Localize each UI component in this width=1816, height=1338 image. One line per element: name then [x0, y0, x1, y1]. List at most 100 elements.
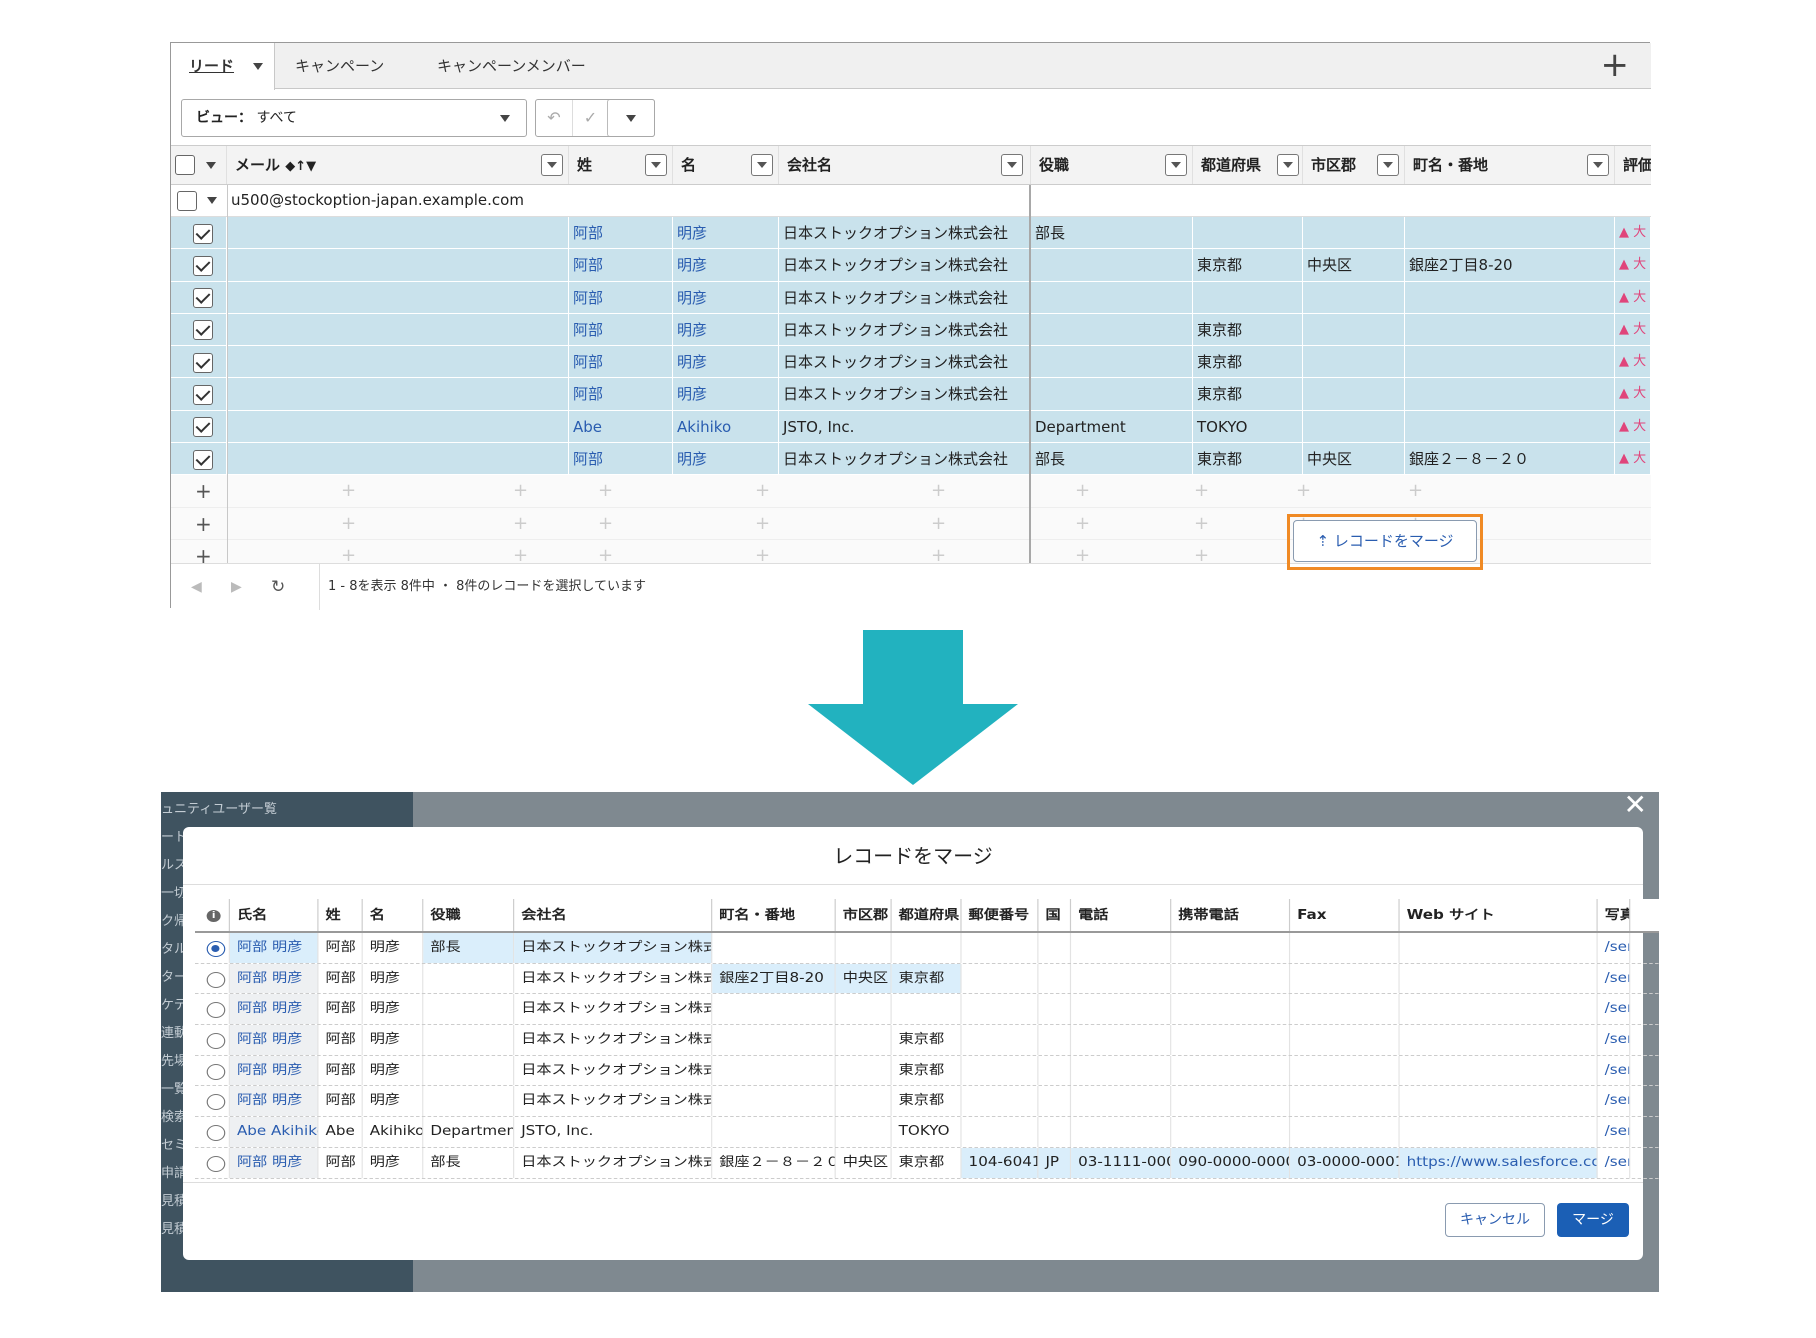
filter-button[interactable]	[751, 154, 773, 176]
merge-cell-street[interactable]: 銀座2丁目8-20	[712, 963, 836, 994]
merge-cell-title[interactable]	[423, 963, 515, 994]
merge-cell-zip[interactable]	[962, 1086, 1039, 1117]
merge-records-button[interactable]: ⇡ レコードをマージ	[1293, 520, 1477, 562]
cell-last[interactable]: 阿部	[569, 378, 673, 411]
cell-city[interactable]: 中央区	[1303, 443, 1405, 476]
filter-button[interactable]	[645, 154, 667, 176]
master-record-radio[interactable]	[206, 1033, 226, 1050]
merge-cell-title[interactable]	[423, 1055, 515, 1086]
merge-cell-zip[interactable]	[962, 1117, 1039, 1147]
row-checkbox[interactable]	[193, 223, 213, 244]
cell-first[interactable]: 明彦	[673, 378, 779, 411]
merge-cell-photo[interactable]: /ser	[1598, 1055, 1631, 1086]
cell-first[interactable]: 明彦	[673, 346, 779, 379]
header-title[interactable]: 役職	[1031, 146, 1193, 184]
merge-cell-fax[interactable]: 03-0000-0001	[1290, 1147, 1400, 1178]
merge-cell-web[interactable]: https://www.salesforce.com/jp	[1399, 1147, 1598, 1178]
merge-cell-city[interactable]	[836, 994, 892, 1025]
merge-cell-zip[interactable]: 104-6041	[961, 1147, 1039, 1178]
merge-cell-zip[interactable]	[962, 933, 1039, 963]
cell-last[interactable]: 阿部	[569, 443, 673, 476]
merge-cell-photo[interactable]: /ser	[1598, 994, 1631, 1025]
radio-cell[interactable]	[195, 963, 230, 994]
cell-company[interactable]: 日本ストックオプション株式会社	[779, 313, 1031, 346]
merge-row[interactable]: 阿部 明彦 阿部 明彦 日本ストックオプション株式会 銀座2丁目8-20 中央区 東京都/s…	[195, 963, 1659, 995]
merge-button[interactable]: マージ	[1557, 1203, 1629, 1237]
cell-company[interactable]: JSTO, Inc.	[779, 410, 1031, 443]
merge-cell-phone[interactable]	[1071, 1055, 1172, 1086]
merge-cell-first[interactable]: 明彦	[363, 963, 424, 994]
merge-cell-country[interactable]	[1038, 1025, 1072, 1055]
merge-row[interactable]: 阿部 明彦阿部明彦 日本ストックオプション株式会 東京都/ser	[195, 1055, 1659, 1087]
lead-row[interactable]: Abe Akihiko JSTO, Inc. Department TOKYO ▲ 大	[171, 410, 1651, 444]
header-email[interactable]: メール ◆↑▼	[227, 146, 569, 184]
filter-button[interactable]	[1001, 154, 1023, 176]
lead-row[interactable]: 阿部 明彦 日本ストックオプション株式会社 ▲ 大	[171, 281, 1651, 314]
cell-rating[interactable]: ▲ 大	[1615, 249, 1651, 282]
merge-cell-title[interactable]: Department	[423, 1117, 515, 1147]
merge-cell-company[interactable]: 日本ストックオプション株式会	[514, 994, 713, 1025]
radio-cell[interactable]	[195, 1055, 230, 1086]
merge-cell-last[interactable]: 阿部	[318, 1025, 363, 1055]
merge-cell-photo[interactable]: /ser	[1598, 1117, 1631, 1147]
next-page-icon[interactable]: ▶	[231, 564, 242, 610]
merge-cell-zip[interactable]	[962, 1055, 1039, 1086]
radio-cell[interactable]	[195, 1147, 230, 1178]
filter-button[interactable]	[1165, 154, 1187, 176]
cell-pref[interactable]: 東京都	[1193, 313, 1303, 346]
lead-row[interactable]: 阿部 明彦 日本ストックオプション株式会社 東京都 ▲ 大	[171, 313, 1651, 347]
merge-cell-photo[interactable]: /ser	[1598, 963, 1631, 994]
prev-page-icon[interactable]: ◀	[191, 564, 202, 610]
merge-cell-city[interactable]	[836, 933, 892, 963]
merge-cell-name[interactable]: 阿部 明彦	[229, 1055, 319, 1086]
undo-icon[interactable]: ↶	[536, 100, 572, 136]
cell-street[interactable]	[1405, 378, 1615, 411]
merge-cell-street[interactable]	[712, 994, 836, 1025]
merge-cell-phone[interactable]	[1071, 1117, 1172, 1147]
radio-cell[interactable]	[195, 1117, 230, 1147]
view-selector[interactable]: ビュー： すべて	[181, 99, 527, 137]
merge-cell-phone[interactable]	[1071, 933, 1172, 963]
merge-cell-company[interactable]: 日本ストックオプション株式会	[514, 1055, 713, 1086]
new-row-placeholder[interactable]: + + + + + + + + + +	[171, 475, 1651, 508]
cell-rating[interactable]: ▲ 大	[1615, 281, 1651, 314]
merge-cell-web[interactable]	[1400, 1055, 1598, 1086]
cell-title[interactable]	[1031, 249, 1193, 282]
close-icon[interactable]: ✕	[1624, 792, 1647, 821]
cell-city[interactable]	[1303, 217, 1405, 249]
lead-row[interactable]: 阿部 明彦 日本ストックオプション株式会社 東京都 ▲ 大	[171, 378, 1651, 411]
merge-cell-country[interactable]	[1038, 1086, 1072, 1117]
merge-row[interactable]: 阿部 明彦阿部明彦 日本ストックオプション株式会/ser	[195, 994, 1659, 1026]
merge-cell-fax[interactable]	[1290, 963, 1400, 994]
header-company[interactable]: 会社名	[779, 146, 1031, 184]
master-record-radio[interactable]	[206, 1094, 226, 1111]
merge-cell-country[interactable]	[1038, 963, 1072, 994]
header-city[interactable]: 市区郡	[1303, 146, 1405, 184]
merge-cell-country[interactable]	[1038, 933, 1072, 963]
master-record-radio[interactable]	[206, 1063, 226, 1080]
lead-row[interactable]: 阿部 明彦 日本ストックオプション株式会社 東京都 ▲ 大	[171, 346, 1651, 379]
merge-cell-name[interactable]: 阿部 明彦	[229, 933, 319, 963]
cell-street[interactable]: 銀座2丁目8-20	[1405, 249, 1615, 282]
merge-cell-title[interactable]: 部長	[423, 1147, 515, 1178]
merge-cell-first[interactable]: 明彦	[363, 1025, 424, 1055]
cell-company[interactable]: 日本ストックオプション株式会社	[779, 346, 1031, 379]
cell-first[interactable]: 明彦	[673, 313, 779, 346]
merge-cell-zip[interactable]	[962, 994, 1039, 1025]
merge-cell-last[interactable]: 阿部	[318, 1147, 363, 1178]
cell-pref[interactable]	[1193, 217, 1303, 249]
add-tab-icon[interactable]: +	[1601, 47, 1630, 83]
tab-leads[interactable]: リード	[171, 43, 275, 90]
cell-company[interactable]: 日本ストックオプション株式会社	[779, 378, 1031, 411]
merge-cell-mobile[interactable]	[1171, 1086, 1291, 1117]
cell-email[interactable]	[227, 443, 569, 476]
cell-street[interactable]	[1405, 410, 1615, 443]
chevron-down-icon[interactable]	[207, 197, 217, 204]
header-street[interactable]: 町名・番地	[1405, 146, 1615, 184]
merge-cell-company[interactable]: 日本ストックオプション株式会	[514, 933, 713, 963]
cell-pref[interactable]: TOKYO	[1193, 410, 1303, 443]
chevron-down-icon[interactable]	[206, 162, 217, 169]
cell-pref[interactable]: 東京都	[1193, 443, 1303, 476]
merge-cell-pref[interactable]	[892, 994, 962, 1025]
cell-street[interactable]	[1405, 313, 1615, 346]
